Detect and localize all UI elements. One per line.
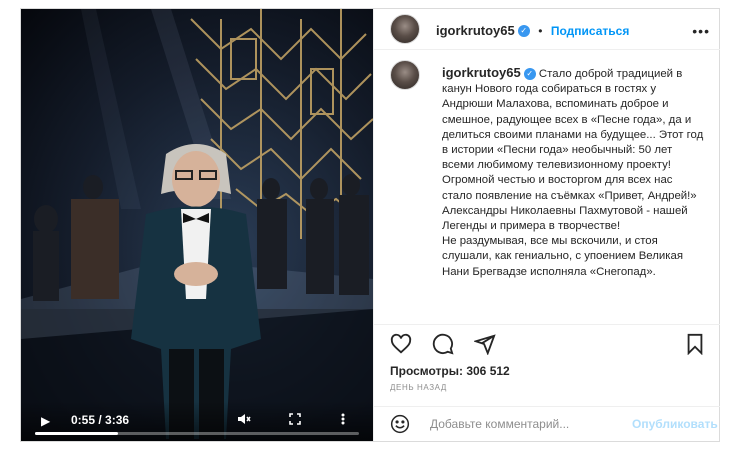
views-count[interactable]: Просмотры: 306 512 [390,364,510,378]
video-controls: ▶ 0:55 / 3:36 [21,401,373,441]
comment-input[interactable] [430,415,626,433]
caption-verified-badge-icon: ✓ [523,67,536,80]
more-vertical-icon[interactable] [341,413,345,427]
caption-username[interactable]: igorkrutoy65 [442,65,521,80]
emoji-icon[interactable] [390,414,410,434]
presenter-figure [131,144,261,439]
video-time: 0:55 / 3:36 [71,413,130,427]
header-username[interactable]: igorkrutoy65 [436,23,515,38]
video-progress-bar[interactable] [35,432,359,435]
action-bar [374,329,720,359]
post-timestamp[interactable]: ДЕНЬ НАЗАД [390,383,447,392]
play-icon[interactable]: ▶ [41,415,50,427]
author-avatar[interactable] [390,14,420,44]
mute-icon[interactable] [237,413,251,427]
caption-avatar[interactable] [390,60,420,90]
more-options-icon[interactable]: ••• [692,23,710,39]
caption-text: Стало доброй традицией в канун Нового го… [442,68,704,278]
fullscreen-icon[interactable] [289,413,301,427]
instagram-post: ▶ 0:55 / 3:36 igorkrutoy65 ✓ • Подписатьс… [20,8,720,442]
bookmark-icon[interactable] [684,333,706,355]
dot-separator: • [538,24,543,38]
heart-icon[interactable] [390,333,412,355]
caption-area: igorkrutoy65 ✓ Стало доброй традицией в к… [374,50,720,325]
share-icon[interactable] [474,333,496,355]
comment-bar: Опубликовать [374,406,720,442]
follow-button[interactable]: Подписаться [551,24,629,38]
video-player[interactable]: ▶ 0:55 / 3:36 [21,9,373,441]
verified-badge-icon: ✓ [517,24,530,37]
comment-icon[interactable] [432,333,454,355]
caption-block: igorkrutoy65 ✓ Стало доброй традицией в к… [442,65,704,280]
header-author-line: igorkrutoy65 ✓ • Подписаться [436,22,629,40]
video-progress-fill [35,432,118,435]
publish-button[interactable]: Опубликовать [632,417,718,431]
post-header: igorkrutoy65 ✓ • Подписаться ••• [374,9,720,50]
post-side-panel: igorkrutoy65 ✓ • Подписаться ••• igorkrut… [373,9,720,441]
